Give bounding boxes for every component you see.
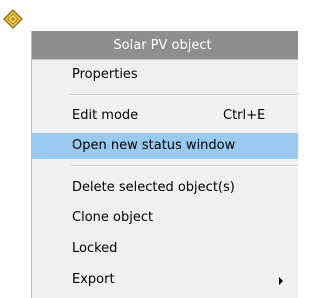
menu-item-shortcut: Ctrl+E: [223, 108, 266, 123]
menu-item-locked[interactable]: Locked: [32, 236, 298, 262]
menu-item-label: Delete selected object(s): [72, 180, 235, 195]
menu-item-label: Clone object: [72, 210, 154, 225]
menu-item-export[interactable]: Export: [32, 267, 298, 293]
context-menu: Solar PV object Properties Edit mode Ctr…: [31, 31, 298, 298]
menu-item-edit-mode[interactable]: Edit mode Ctrl+E: [32, 103, 298, 129]
menu-item-delete-selected-objects[interactable]: Delete selected object(s): [32, 175, 298, 201]
submenu-arrow-icon: [279, 277, 283, 285]
menu-item-label: Export: [72, 272, 115, 287]
menu-item-clone-object[interactable]: Clone object: [32, 205, 298, 231]
menu-separator: [70, 165, 298, 167]
screenshot-canvas: Solar PV object Properties Edit mode Ctr…: [0, 0, 298, 298]
menu-item-label: Locked: [72, 241, 118, 256]
menu-separator: [70, 94, 298, 96]
menu-item-label: Properties: [72, 67, 138, 82]
menu-item-label: Edit mode: [72, 108, 139, 123]
solar-pv-object-icon[interactable]: [3, 9, 23, 29]
menu-item-label: Open new status window: [72, 138, 236, 153]
context-menu-title: Solar PV object: [32, 31, 298, 60]
menu-item-properties[interactable]: Properties: [32, 62, 298, 88]
menu-item-open-new-status-window[interactable]: Open new status window: [32, 133, 298, 159]
